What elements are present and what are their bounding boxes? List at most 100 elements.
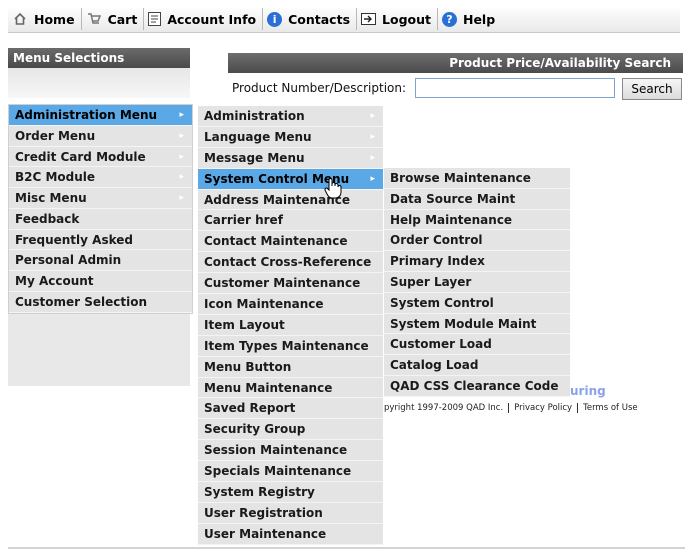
submenu-item-security-group[interactable]: Security Group: [198, 419, 383, 441]
sidebar-item-label: Customer Selection: [15, 294, 147, 309]
submenu-item-language-menu[interactable]: Language Menu ▸: [198, 126, 383, 148]
submenu-item-system-registry[interactable]: System Registry: [198, 482, 383, 503]
account-icon: [148, 12, 162, 26]
sidebar-item-b2c-module[interactable]: B2C Module ▸: [9, 167, 192, 188]
submenu-item-label: Session Maintenance: [204, 443, 348, 458]
sidebar-item-order-menu[interactable]: Order Menu ▸: [9, 125, 192, 147]
nav-help-label: Help: [462, 11, 496, 27]
submenu-item-label: Menu Maintenance: [204, 380, 333, 395]
submenu2-item-label: Primary Index: [390, 254, 485, 269]
search-input[interactable]: [415, 78, 615, 98]
submenu-item-icon-maintenance[interactable]: Icon Maintenance: [198, 294, 383, 315]
submenu-item-address-maintenance[interactable]: Address Maintenance: [198, 189, 383, 211]
chevron-right-icon: ▸: [179, 130, 184, 141]
submenu-item-item-layout[interactable]: Item Layout: [198, 314, 383, 336]
submenu-item-message-menu[interactable]: Message Menu ▸: [198, 147, 383, 169]
sidebar-item-personal-admin[interactable]: Personal Admin: [9, 250, 192, 271]
footer-copyright: pyright 1997-2009 QAD Inc. Privacy Polic…: [384, 403, 638, 413]
sidebar-item-label: Misc Menu: [15, 191, 87, 205]
nav-help[interactable]: ? Help: [438, 8, 501, 30]
submenu-item-label: Security Group: [204, 422, 306, 437]
top-navigation: Home Cart Account Info i Contacts Logout…: [8, 6, 680, 33]
submenu-item-saved-report[interactable]: Saved Report: [198, 398, 383, 420]
sidebar-item-feedback[interactable]: Feedback: [9, 208, 192, 230]
bottom-divider: [8, 547, 685, 549]
search-button[interactable]: Search: [622, 78, 682, 100]
submenu-item-label: System Registry: [204, 485, 315, 500]
sidebar-fill: [8, 314, 190, 386]
nav-logout[interactable]: Logout: [357, 8, 438, 30]
menu-header-shade: [8, 68, 190, 98]
submenu2-item-label: Catalog Load: [390, 358, 479, 373]
sidebar-item-administration-menu[interactable]: Administration Menu ▸: [9, 105, 192, 126]
submenu-item-menu-button[interactable]: Menu Button: [198, 356, 383, 378]
copyright-text: pyright 1997-2009 QAD Inc.: [384, 403, 504, 413]
menu-selections-header: Menu Selections: [8, 48, 190, 68]
submenu-item-customer-maintenance[interactable]: Customer Maintenance: [198, 273, 383, 295]
submenu-item-label: Item Types Maintenance: [204, 338, 369, 353]
submenu-item-contact-maintenance[interactable]: Contact Maintenance: [198, 231, 383, 253]
submenu-item-label: User Maintenance: [204, 526, 327, 541]
sidebar-item-my-account[interactable]: My Account: [9, 271, 192, 292]
chevron-right-icon: ▸: [370, 131, 375, 142]
submenu-item-label: Contact Cross-Reference: [204, 255, 372, 270]
nav-home[interactable]: Home: [8, 8, 82, 30]
sidebar-item-label: Feedback: [15, 211, 80, 226]
submenu-item-label: Administration: [204, 109, 305, 123]
submenu2-item-data-source-maint[interactable]: Data Source Maint: [384, 188, 570, 210]
submenu-item-label: Menu Button: [204, 359, 292, 374]
sidebar-item-label: Personal Admin: [15, 253, 122, 268]
chevron-right-icon: ▸: [370, 111, 375, 121]
submenu2-item-browse-maintenance[interactable]: Browse Maintenance: [384, 168, 570, 189]
submenu-item-label: Customer Maintenance: [204, 276, 361, 291]
sidebar-item-misc-menu[interactable]: Misc Menu ▸: [9, 188, 192, 209]
sidebar-item-label: Administration Menu: [15, 108, 158, 122]
submenu-item-contact-cross-reference[interactable]: Contact Cross-Reference: [198, 252, 383, 274]
submenu-item-carrier-href[interactable]: Carrier href: [198, 210, 383, 232]
submenu2-item-customer-load[interactable]: Customer Load: [384, 334, 570, 356]
sidebar-item-frequently-asked[interactable]: Frequently Asked: [9, 229, 192, 251]
sidebar-item-label: Credit Card Module: [15, 149, 146, 164]
system-control-submenu: Browse Maintenance Data Source Maint Hel…: [384, 168, 570, 397]
submenu-item-user-maintenance[interactable]: User Maintenance: [198, 523, 383, 545]
submenu2-item-label: QAD CSS Clearance Code: [390, 378, 559, 393]
nav-logout-label: Logout: [382, 11, 431, 27]
submenu2-item-order-control[interactable]: Order Control: [384, 230, 570, 252]
submenu-item-label: Carrier href: [204, 213, 283, 228]
submenu2-item-system-module-maint[interactable]: System Module Maint: [384, 313, 570, 335]
submenu2-item-label: System Control: [390, 295, 494, 310]
nav-home-label: Home: [34, 11, 75, 27]
nav-cart-label: Cart: [107, 11, 138, 27]
submenu2-item-qad-css-clearance-code[interactable]: QAD CSS Clearance Code: [384, 375, 570, 397]
submenu2-item-super-layer[interactable]: Super Layer: [384, 271, 570, 293]
nav-cart[interactable]: Cart: [82, 8, 145, 30]
submenu2-item-primary-index[interactable]: Primary Index: [384, 251, 570, 272]
chevron-right-icon: ▸: [179, 193, 184, 203]
sidebar-item-customer-selection[interactable]: Customer Selection: [9, 291, 192, 313]
submenu-item-administration[interactable]: Administration ▸: [198, 106, 383, 127]
submenu-item-session-maintenance[interactable]: Session Maintenance: [198, 440, 383, 462]
nav-contacts[interactable]: i Contacts: [263, 8, 358, 30]
hand-cursor-icon: [324, 177, 342, 199]
sidebar-item-credit-card-module[interactable]: Credit Card Module ▸: [9, 146, 192, 168]
submenu2-item-system-control[interactable]: System Control: [384, 292, 570, 314]
footer-separator: [508, 403, 510, 413]
submenu2-item-label: Browse Maintenance: [390, 171, 531, 185]
chevron-right-icon: ▸: [179, 151, 184, 162]
nav-account-info[interactable]: Account Info: [144, 8, 264, 30]
submenu2-item-catalog-load[interactable]: Catalog Load: [384, 355, 570, 376]
submenu-item-system-control-menu[interactable]: System Control Menu ▸: [198, 168, 383, 190]
chevron-right-icon: ▸: [370, 152, 375, 163]
submenu2-item-label: Data Source Maint: [390, 191, 516, 206]
submenu-item-label: User Registration: [204, 505, 323, 520]
submenu-item-label: Icon Maintenance: [204, 297, 324, 312]
submenu2-item-help-maintenance[interactable]: Help Maintenance: [384, 209, 570, 231]
submenu-item-item-types-maintenance[interactable]: Item Types Maintenance: [198, 335, 383, 357]
privacy-policy-link[interactable]: Privacy Policy: [514, 403, 572, 413]
submenu-item-menu-maintenance[interactable]: Menu Maintenance: [198, 377, 383, 399]
submenu-item-label: Message Menu: [204, 150, 305, 165]
terms-of-use-link[interactable]: Terms of Use: [583, 403, 638, 413]
submenu-item-user-registration[interactable]: User Registration: [198, 502, 383, 524]
product-search-header: Product Price/Availability Search: [228, 53, 683, 73]
submenu-item-specials-maintenance[interactable]: Specials Maintenance: [198, 461, 383, 483]
